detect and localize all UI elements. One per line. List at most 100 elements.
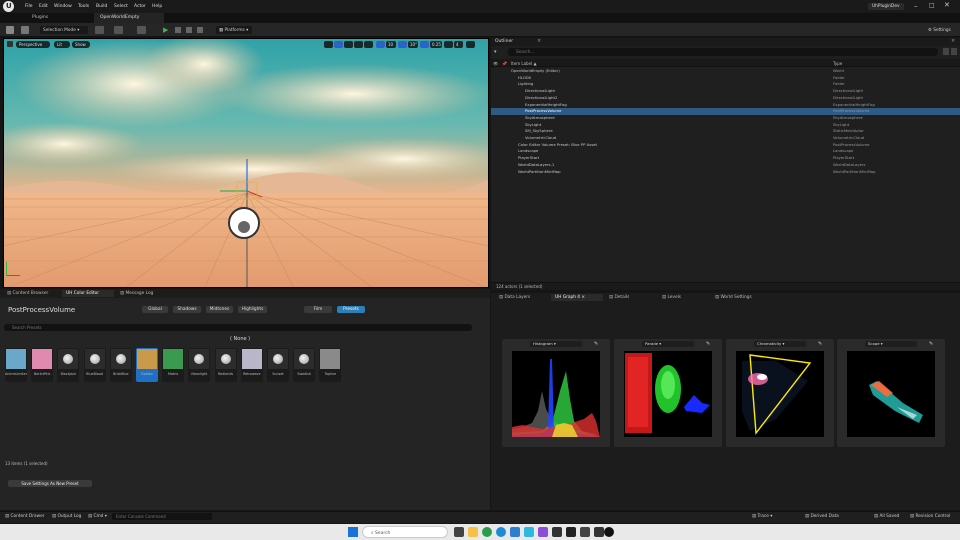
preset-search-input[interactable]: Search Presets [4,324,472,331]
scale-tool-icon[interactable] [354,41,363,48]
menu-actor[interactable]: Actor [134,4,146,9]
trace-button[interactable]: ▤ Trace ▾ [752,514,772,519]
add-actor-icon[interactable] [95,26,104,34]
perspective-button[interactable]: Perspective [16,41,50,48]
outliner-row[interactable]: SkyLight SkyLight [491,122,960,129]
app-icon[interactable] [524,527,534,537]
preset-tile[interactable]: Sunset [267,348,289,382]
app-icon[interactable] [552,527,562,537]
add-filter-icon[interactable]: ▾ [494,49,497,55]
preset-tile[interactable]: BerlinPink [31,348,54,382]
outliner-row[interactable]: DirectionalLight DirectionalLight [491,88,960,95]
outliner-row[interactable]: WorldDataLayers-1 WorldDataLayers [491,162,960,169]
lit-button[interactable]: Lit [54,41,70,48]
tab-details[interactable]: ▤ Details [605,294,653,301]
menu-help[interactable]: Help [152,4,162,9]
maximize-viewport-icon[interactable] [466,41,475,48]
outliner-row[interactable]: PlayerStart PlayerStart [491,155,960,162]
tab-openworldempty[interactable]: OpenWorldEmpty [94,13,164,23]
tab-world-settings[interactable]: ▤ World Settings [711,294,763,301]
outliner-row[interactable]: SkyAtmosphere SkyAtmosphere [491,115,960,122]
scope-dropdown[interactable]: Scope ▾ [865,341,917,347]
vscode-icon[interactable] [510,527,520,537]
scale-snap-value[interactable]: 0.25 [430,41,442,48]
unreal-logo-icon[interactable] [3,1,14,12]
task-view-icon[interactable] [454,527,464,537]
windows-start-icon[interactable] [348,527,358,537]
preset-tile[interactable]: AnimeLimiter [5,348,27,382]
grid-snap-icon[interactable] [376,41,385,48]
unreal-taskbar-icon[interactable] [604,527,614,537]
outliner-row[interactable]: DirectionalLight2 DirectionalLight [491,95,960,102]
preset-tile[interactable]: Matrix [162,348,185,382]
histogram-dropdown[interactable]: Histogram ▾ [530,341,582,347]
play-icon[interactable]: ▶ [163,26,170,34]
outliner-filter-icon[interactable] [943,48,949,55]
eyedropper-icon[interactable]: ✎ [929,341,933,347]
cinematics-icon[interactable] [137,26,146,34]
app-icon[interactable] [594,527,604,537]
outliner-search-input[interactable]: Search... [508,48,938,56]
world-space-icon[interactable] [364,41,373,48]
preset-tile[interactable]: Redlands [214,348,237,382]
segment-shadows[interactable]: Shadows [173,306,201,313]
chromaticity-dropdown[interactable]: Chromaticity ▾ [754,341,806,347]
maximize-icon[interactable]: □ [929,2,935,9]
tab-plugins[interactable]: Plugins [26,13,88,23]
outliner-row[interactable]: PostProcessVolume PostProcessVolume [491,108,960,115]
parade-dropdown[interactable]: Parade ▾ [642,341,694,347]
tab-levels[interactable]: ▤ Levels [658,294,706,301]
eyedropper-icon[interactable]: ✎ [818,341,822,347]
outliner-row[interactable]: Color Editor Volume Preset: Blue PP Asse… [491,142,960,149]
file-explorer-icon[interactable] [468,527,478,537]
save-preset-button[interactable]: Save Settings As New Preset [8,480,92,487]
content-drawer-button[interactable]: ▤ Content Drawer [5,514,45,519]
cmd-dropdown[interactable]: ▤ Cmd ▾ [88,514,107,519]
column-type[interactable]: Type [833,61,842,66]
tab-uh-color-editor[interactable]: UH Color Editor [62,290,114,297]
outliner-settings-icon[interactable] [951,48,957,55]
column-item-label[interactable]: Item Label ▲ [511,61,537,66]
close-icon[interactable]: ✕ [944,1,950,9]
tab-data-layers[interactable]: ▤ Data Layers [495,294,543,301]
preset-tile[interactable]: BlackJack [57,348,80,382]
pin-column-icon[interactable]: 📌 [502,61,507,66]
camera-speed-icon[interactable] [444,41,453,48]
app-icon[interactable] [566,527,576,537]
app-icon[interactable] [580,527,590,537]
menu-window[interactable]: Window [54,4,72,9]
preset-tile[interactable]: Golden [136,348,158,382]
rotation-snap-value[interactable]: 10° [408,41,418,48]
viewport-menu-icon[interactable] [7,41,13,47]
preset-tile[interactable]: BlueBlood [83,348,106,382]
close-tab-icon[interactable]: × [537,38,541,44]
pause-icon[interactable] [175,27,181,33]
level-viewport[interactable] [3,38,489,288]
tab-outliner[interactable]: Outliner [495,39,513,44]
derived-data-button[interactable]: ▤ Derived Data [805,514,839,519]
edge-icon[interactable] [496,527,506,537]
outliner-row[interactable]: OpenWorldEmpty (Editor) World [491,68,960,75]
eyedropper-icon[interactable]: ✎ [594,341,598,347]
segment-highlights[interactable]: Highlights [238,306,267,313]
preset-tile[interactable]: Retrowave [240,348,263,382]
segment-global[interactable]: Global [142,306,168,313]
close-panel-icon[interactable]: × [951,38,955,44]
outliner-row[interactable]: ExponentialHeightFog ExponentialHeightFog [491,102,960,109]
rotate-tool-icon[interactable] [344,41,353,48]
mode-film[interactable]: Film [304,306,332,313]
mode-presets[interactable]: Presets [337,306,365,313]
preset-tile[interactable]: BriskBlue [109,348,132,382]
outliner-row[interactable]: WorldPartitionMiniMap WorldPartitionMiniM… [491,169,960,176]
preset-tile[interactable]: Swedish [293,348,316,382]
show-button[interactable]: Show [72,41,90,48]
taskbar-search[interactable]: ⌕ Search [362,526,448,538]
menu-file[interactable]: File [25,4,33,9]
output-log-button[interactable]: ▤ Output Log [52,514,81,519]
translate-tool-icon[interactable] [334,41,343,48]
menu-edit[interactable]: Edit [39,4,48,9]
visual-studio-icon[interactable] [538,527,548,537]
tab-content-browser[interactable]: ▤ Content Browser [3,290,59,297]
outliner-row[interactable]: Lighting Folder [491,81,960,88]
outliner-row[interactable]: SM_SkySphere StaticMeshActor [491,128,960,135]
